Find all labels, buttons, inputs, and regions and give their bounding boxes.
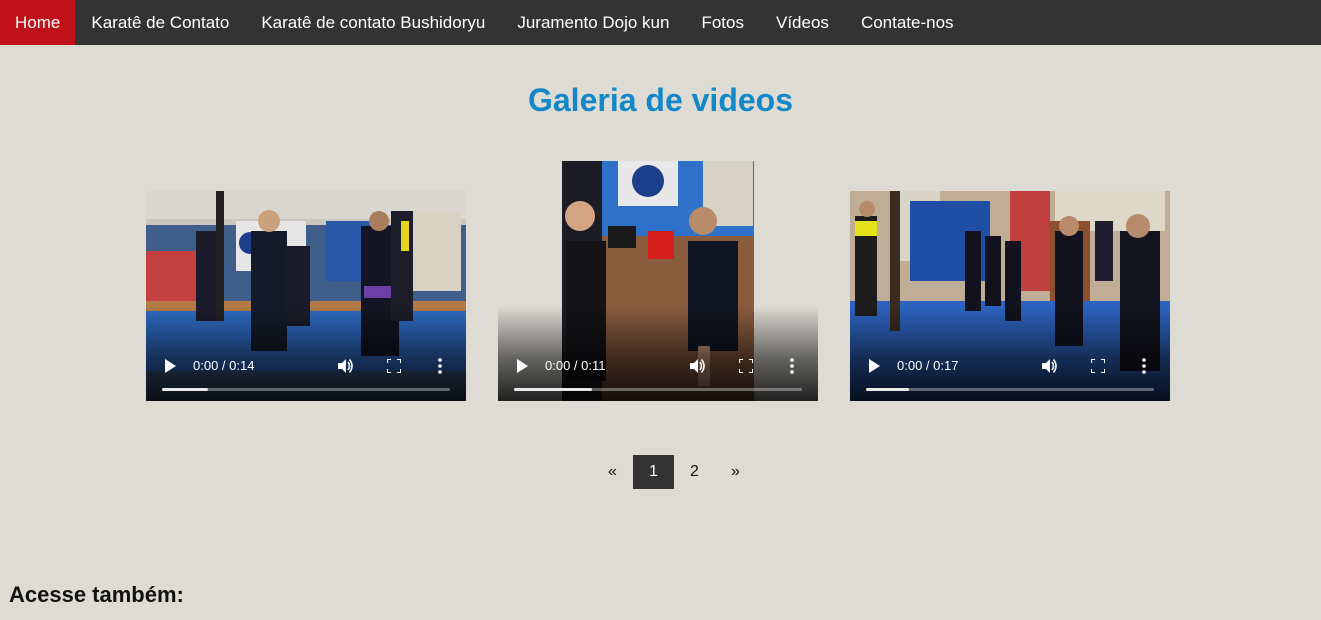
video-player-1[interactable]: 0:00 / 0:14: [146, 191, 466, 401]
fullscreen-icon[interactable]: [739, 359, 753, 373]
video-progress-bar[interactable]: [162, 388, 450, 391]
video-controls: 0:00 / 0:14: [146, 306, 466, 401]
pagination-page-2[interactable]: 2: [674, 455, 715, 489]
video-player-3[interactable]: 0:00 / 0:17: [850, 191, 1170, 401]
nav-videos[interactable]: Vídeos: [760, 0, 845, 45]
nav-home[interactable]: Home: [0, 0, 76, 45]
video-buffered-fill: [514, 388, 592, 391]
play-icon[interactable]: [516, 359, 528, 373]
video-time: 0:00 / 0:11: [545, 358, 606, 373]
video-controls: 0:00 / 0:11: [498, 306, 818, 401]
top-navigation: Home Karatê de Contato Karatê de contato…: [0, 0, 1321, 45]
nav-karate-bushidoryu[interactable]: Karatê de contato Bushidoryu: [245, 0, 501, 45]
video-time: 0:00 / 0:14: [193, 358, 255, 373]
video-player-2[interactable]: 0:00 / 0:11: [498, 161, 818, 401]
fullscreen-icon[interactable]: [387, 359, 401, 373]
video-buffered-fill: [866, 388, 910, 391]
play-icon[interactable]: [164, 359, 176, 373]
fullscreen-icon[interactable]: [1091, 359, 1105, 373]
video-progress-bar[interactable]: [514, 388, 802, 391]
page-title: Galeria de videos: [527, 82, 793, 118]
acesse-tambem-heading: Acesse também:: [9, 582, 184, 607]
video-buffered-fill: [162, 388, 209, 391]
volume-icon[interactable]: [1040, 357, 1058, 375]
video-progress-bar[interactable]: [866, 388, 1154, 391]
nav-karate-de-contato[interactable]: Karatê de Contato: [75, 0, 245, 45]
volume-icon[interactable]: [688, 357, 706, 375]
volume-icon[interactable]: [336, 357, 354, 375]
video-time: 0:00 / 0:17: [897, 358, 959, 373]
pagination: « 1 2 »: [592, 455, 756, 489]
pagination-page-1[interactable]: 1: [633, 455, 674, 489]
pagination-prev[interactable]: «: [592, 455, 633, 489]
play-icon[interactable]: [868, 359, 880, 373]
more-options-icon[interactable]: [1142, 358, 1146, 374]
video-controls: 0:00 / 0:17: [850, 306, 1170, 401]
nav-juramento-dojo-kun[interactable]: Juramento Dojo kun: [501, 0, 685, 45]
more-options-icon[interactable]: [790, 358, 794, 374]
nav-contate-nos[interactable]: Contate-nos: [845, 0, 970, 45]
nav-fotos[interactable]: Fotos: [685, 0, 760, 45]
pagination-next[interactable]: »: [715, 455, 756, 489]
more-options-icon[interactable]: [438, 358, 442, 374]
